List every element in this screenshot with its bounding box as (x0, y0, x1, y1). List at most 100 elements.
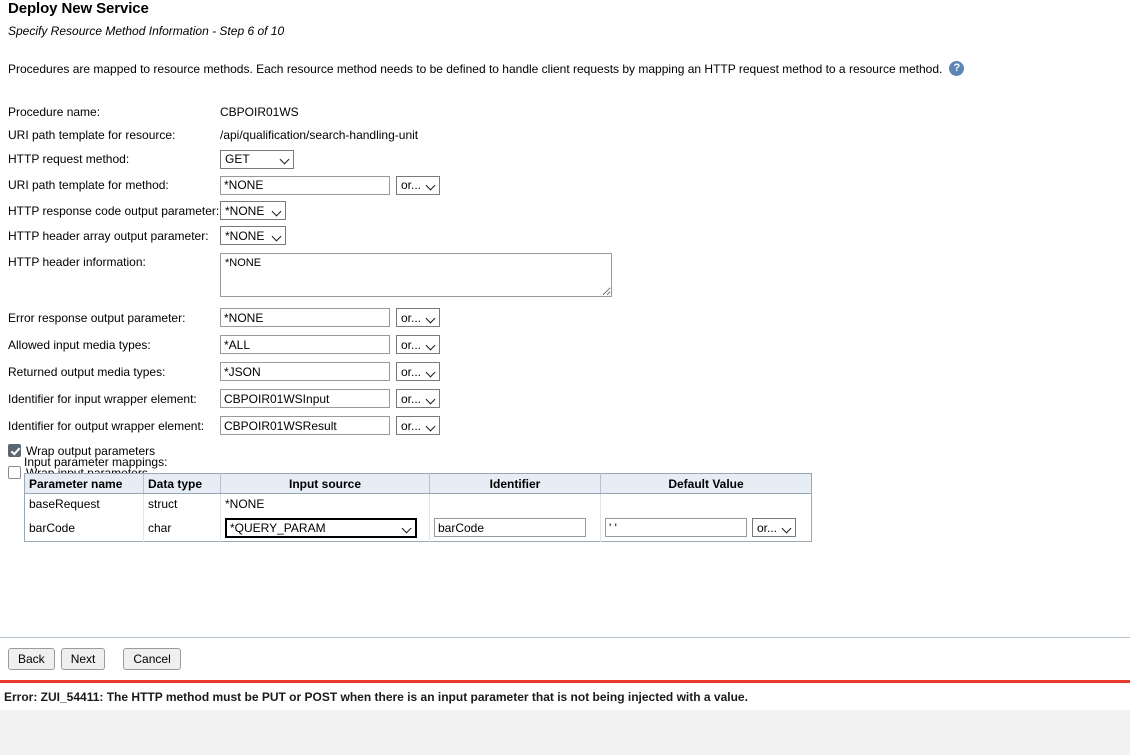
resource-method-form: Procedure name: CBPOIR01WS URI path temp… (8, 101, 612, 486)
next-button[interactable]: Next (60, 648, 106, 670)
header-information-label: HTTP header information: (8, 255, 146, 269)
cancel-button[interactable]: Cancel (123, 648, 181, 670)
input-parameter-mappings: Input parameter mappings: Parameter name… (24, 455, 812, 542)
returned-output-media-or-value: or... (401, 364, 422, 379)
allowed-input-media-or-select[interactable]: or... (396, 335, 440, 354)
error-response-or-select[interactable]: or... (396, 308, 440, 327)
uri-method-or-select[interactable]: or... (396, 175, 440, 195)
wizard-button-bar: Back Next Cancel (8, 648, 181, 670)
header-information-textarea[interactable]: *NONE (220, 253, 612, 297)
input-source-select[interactable]: *QUERY_PARAM (225, 517, 417, 538)
header-array-label: HTTP header array output parameter: (8, 228, 209, 243)
field-output-wrapper: Identifier for output wrapper element: o… (8, 413, 612, 438)
field-uri-resource: URI path template for resource: /api/qua… (8, 124, 612, 145)
field-procedure-name: Procedure name: CBPOIR01WS (8, 101, 612, 122)
uri-resource-value: /api/qualification/search-handling-unit (220, 127, 419, 142)
output-wrapper-label: Identifier for output wrapper element: (8, 418, 205, 433)
returned-output-media-input[interactable] (220, 362, 390, 381)
identifier-input[interactable] (434, 518, 586, 537)
cell-input-source: *QUERY_PARAM (220, 514, 430, 542)
default-value-or-value: or... (757, 520, 778, 535)
table-row: baseRequest struct *NONE (24, 493, 812, 515)
cell-default-value (601, 494, 812, 515)
error-accent-bar (0, 680, 1130, 683)
returned-output-media-label: Returned output media types: (8, 364, 166, 379)
cell-data-type: struct (143, 493, 221, 514)
response-code-select-value: *NONE (225, 203, 265, 218)
chevron-down-icon (427, 422, 435, 430)
input-wrapper-label: Identifier for input wrapper element: (8, 391, 197, 406)
field-allowed-input-media: Allowed input media types: or... (8, 332, 612, 357)
chevron-down-icon (427, 181, 435, 189)
returned-output-media-or-select[interactable]: or... (396, 362, 440, 381)
cell-identifier (429, 514, 601, 542)
field-returned-output-media: Returned output media types: or... (8, 359, 612, 384)
field-input-wrapper: Identifier for input wrapper element: or… (8, 386, 612, 411)
field-response-code: HTTP response code output parameter: *NO… (8, 199, 612, 222)
wrap-input-parameters-checkbox[interactable] (8, 466, 21, 479)
field-uri-method: URI path template for method: or... (8, 173, 612, 197)
input-wrapper-or-select[interactable]: or... (396, 389, 440, 408)
field-error-response: Error response output parameter: or... (8, 305, 612, 330)
chevron-down-icon (427, 395, 435, 403)
input-parameter-mappings-table: Parameter name Data type Input source Id… (24, 473, 812, 542)
chevron-down-icon (273, 207, 281, 215)
error-response-or-value: or... (401, 310, 422, 325)
page-title: Deploy New Service (8, 0, 149, 17)
default-value-or-select[interactable]: or... (752, 518, 796, 537)
output-wrapper-or-value: or... (401, 418, 422, 433)
error-response-input[interactable] (220, 308, 390, 327)
table-header-row: Parameter name Data type Input source Id… (24, 473, 812, 494)
input-wrapper-or-value: or... (401, 391, 422, 406)
allowed-input-media-input[interactable] (220, 335, 390, 354)
cell-parameter-name: baseRequest (24, 493, 144, 514)
field-header-array: HTTP header array output parameter: *NON… (8, 224, 612, 247)
chevron-down-icon (427, 341, 435, 349)
field-header-information: HTTP header information: *NONE (8, 253, 612, 297)
header-array-select[interactable]: *NONE (220, 226, 286, 245)
http-method-label: HTTP request method: (8, 152, 130, 166)
table-row: barCode char *QUERY_PARAM barCode ' ' or… (24, 514, 812, 542)
uri-method-label: URI path template for method: (8, 178, 169, 192)
output-wrapper-or-select[interactable]: or... (396, 416, 440, 435)
allowed-input-media-label: Allowed input media types: (8, 337, 151, 352)
chevron-down-icon (281, 155, 289, 163)
uri-method-input[interactable] (220, 175, 390, 195)
error-response-label: Error response output parameter: (8, 310, 186, 325)
default-value-input[interactable] (605, 518, 747, 537)
http-method-select[interactable]: GET (220, 149, 294, 169)
chevron-down-icon (427, 368, 435, 376)
column-header-default-value: Default Value (600, 473, 812, 494)
column-header-parameter-name: Parameter name (24, 473, 144, 494)
cell-default-value: or... (601, 514, 812, 542)
input-wrapper-input[interactable] (220, 389, 390, 408)
uri-method-or-value: or... (401, 178, 422, 192)
error-message: Error: ZUI_54411: The HTTP method must b… (4, 690, 748, 704)
help-icon[interactable]: ? (949, 61, 965, 76)
chevron-down-icon (783, 524, 791, 532)
input-source-select-value: *QUERY_PARAM (230, 520, 326, 535)
column-header-identifier: Identifier (429, 473, 601, 494)
wrap-output-parameters-checkbox[interactable] (8, 444, 21, 457)
output-wrapper-input[interactable] (220, 416, 390, 435)
back-button[interactable]: Back (8, 648, 55, 670)
chevron-down-icon (403, 524, 411, 532)
deploy-new-service-page: Deploy New Service Specify Resource Meth… (0, 0, 1130, 755)
http-method-select-value: GET (225, 152, 250, 166)
cell-input-source: *NONE (220, 493, 430, 514)
response-code-label: HTTP response code output parameter: (8, 203, 220, 218)
cell-identifier (429, 493, 601, 514)
header-array-select-value: *NONE (225, 228, 265, 243)
input-parameter-mappings-title: Input parameter mappings: (24, 455, 168, 469)
uri-resource-label: URI path template for resource: (8, 127, 176, 142)
response-code-select[interactable]: *NONE (220, 201, 286, 220)
intro-row: Procedures are mapped to resource method… (8, 61, 1008, 76)
chevron-down-icon (273, 232, 281, 240)
field-http-method: HTTP request method: GET (8, 147, 612, 171)
cell-parameter-name: barCode (24, 514, 144, 542)
page-subtitle: Specify Resource Method Information - St… (8, 24, 285, 38)
cell-data-type: char (143, 514, 221, 542)
footer-divider (0, 637, 1130, 638)
procedure-name-label: Procedure name: (8, 104, 101, 119)
chevron-down-icon (427, 314, 435, 322)
